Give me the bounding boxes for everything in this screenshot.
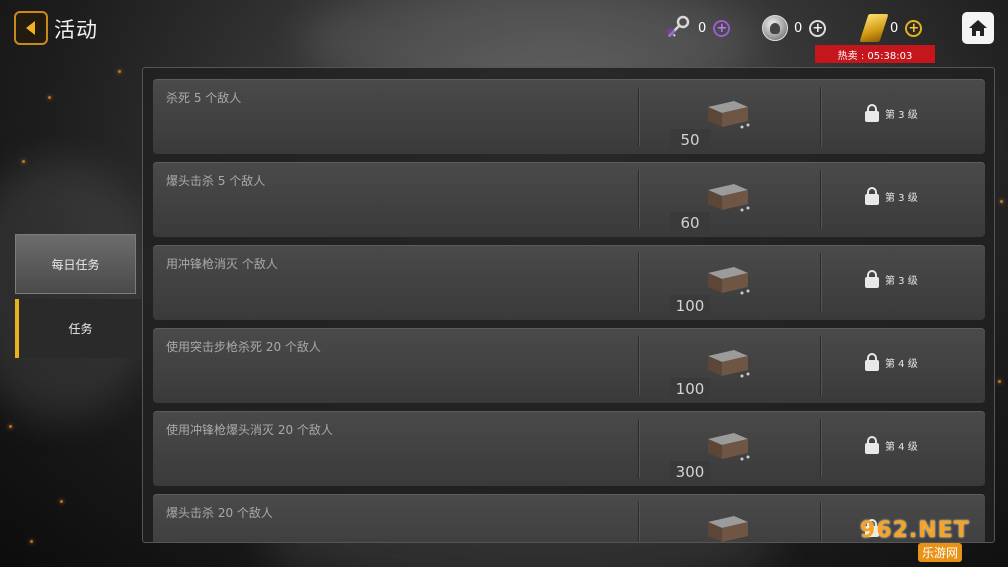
ember-spark xyxy=(1000,200,1003,203)
reward-amount: 60 xyxy=(670,212,710,234)
gold-amount: 0 xyxy=(890,20,899,36)
supply-crate-icon xyxy=(704,263,752,297)
level-lock: 第 3 级 xyxy=(865,187,918,205)
lock-icon xyxy=(865,270,879,288)
mission-description: 使用突击步枪杀死 20 个敌人 xyxy=(166,340,321,354)
ember-spark xyxy=(998,380,1001,383)
silver-amount: 0 xyxy=(794,20,803,36)
mission-description: 用冲锋枪消灭 个敌人 xyxy=(166,257,278,271)
currency-keys: 0 + xyxy=(664,12,731,44)
lock-level-label: 第 3 级 xyxy=(885,109,918,121)
page-title: 活动 xyxy=(54,18,98,42)
reward-amount: 100 xyxy=(670,378,710,400)
currency-silver: 0 + xyxy=(762,12,827,44)
mission-description: 使用冲锋枪爆头消灭 20 个敌人 xyxy=(166,423,333,437)
mission-row[interactable]: 使用突击步枪杀死 20 个敌人 100 第 4 级 xyxy=(153,328,985,403)
reward-amount: 50 xyxy=(670,129,710,151)
reward-amount: 100 xyxy=(670,295,710,317)
divider xyxy=(638,419,639,478)
level-lock: 第 3 级 xyxy=(865,104,918,122)
tab-label: 每日任务 xyxy=(51,257,100,272)
supply-crate-icon xyxy=(704,180,752,214)
ember-spark xyxy=(22,160,25,163)
divider xyxy=(638,502,639,542)
supply-crate-icon xyxy=(704,512,752,542)
lock-icon xyxy=(865,104,879,122)
divider xyxy=(638,336,639,395)
home-icon xyxy=(969,20,987,36)
supply-crate-icon xyxy=(704,346,752,380)
reward-amount: 300 xyxy=(670,461,710,483)
key-icon xyxy=(664,14,692,42)
hot-sale-timer[interactable]: 热卖 : 05:38:03 xyxy=(815,45,935,63)
ember-spark xyxy=(118,70,121,73)
supply-crate-icon xyxy=(704,97,752,131)
supply-crate-icon xyxy=(704,429,752,463)
lock-icon xyxy=(865,436,879,454)
currency-gold: 0 + xyxy=(859,12,923,44)
level-lock: 第 3 级 xyxy=(865,270,918,288)
lock-icon xyxy=(865,187,879,205)
divider xyxy=(820,170,821,229)
mission-description: 杀死 5 个敌人 xyxy=(166,91,242,105)
add-keys-button[interactable]: + xyxy=(713,19,731,37)
lock-level-label: 第 3 级 xyxy=(885,275,918,287)
divider xyxy=(638,87,639,146)
divider xyxy=(820,87,821,146)
divider xyxy=(820,502,821,542)
gold-bar-icon xyxy=(859,14,889,42)
home-button[interactable] xyxy=(962,12,994,44)
watermark-logo-text: 962.NET xyxy=(860,518,970,543)
mission-description: 爆头击杀 5 个敌人 xyxy=(166,174,266,188)
mission-list[interactable]: 杀死 5 个敌人 50 第 3 级 爆头击杀 5 个敌人 60 第 3 级 用冲… xyxy=(142,67,995,543)
mission-row[interactable]: 爆头击杀 5 个敌人 60 第 3 级 xyxy=(153,162,985,237)
lock-icon xyxy=(865,353,879,371)
lock-level-label: 第 4 级 xyxy=(885,358,918,370)
ember-spark xyxy=(60,500,63,503)
ember-spark xyxy=(9,425,12,428)
divider xyxy=(638,253,639,312)
add-gold-button[interactable]: + xyxy=(905,19,923,37)
watermark-subtext: 乐游网 xyxy=(918,543,963,562)
divider xyxy=(820,336,821,395)
divider xyxy=(820,419,821,478)
mission-row[interactable]: 用冲锋枪消灭 个敌人 100 第 3 级 xyxy=(153,245,985,320)
site-watermark: 962.NET 乐游网 xyxy=(860,518,1004,564)
level-lock: 第 4 级 xyxy=(865,353,918,371)
divider xyxy=(820,253,821,312)
divider xyxy=(638,170,639,229)
keys-amount: 0 xyxy=(698,20,707,36)
tab-label: 任务 xyxy=(68,322,93,336)
back-button[interactable] xyxy=(14,11,48,45)
tab-daily-missions[interactable]: 每日任务 xyxy=(15,234,136,294)
level-lock: 第 4 级 xyxy=(865,436,918,454)
ember-spark xyxy=(48,96,51,99)
mission-description: 爆头击杀 20 个敌人 xyxy=(166,506,273,520)
ember-spark xyxy=(30,540,33,543)
add-silver-button[interactable]: + xyxy=(809,19,827,37)
mission-row[interactable]: 杀死 5 个敌人 50 第 3 级 xyxy=(153,79,985,154)
lock-level-label: 第 4 级 xyxy=(885,441,918,453)
lock-level-label: 第 3 级 xyxy=(885,192,918,204)
mission-row[interactable]: 使用冲锋枪爆头消灭 20 个敌人 300 第 4 级 xyxy=(153,411,985,486)
silver-coin-icon xyxy=(762,15,788,41)
tab-missions[interactable]: 任务 xyxy=(15,299,142,358)
chevron-left-icon xyxy=(25,21,35,35)
